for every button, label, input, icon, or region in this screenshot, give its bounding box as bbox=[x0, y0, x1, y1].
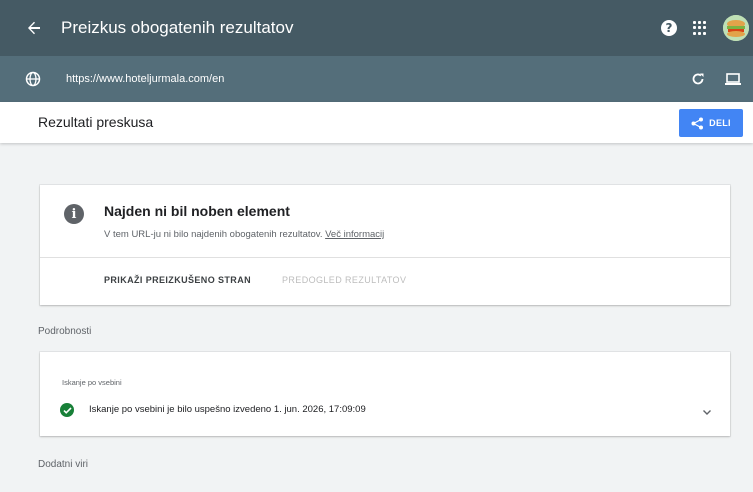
result-description: V tem URL-ju ni bilo najdenih obogatenih… bbox=[104, 229, 385, 240]
refresh-icon[interactable] bbox=[691, 72, 705, 86]
back-arrow-icon[interactable] bbox=[24, 18, 44, 38]
desktop-icon[interactable] bbox=[725, 72, 741, 86]
preview-results-button[interactable]: PREDOGLED REZULTATOV bbox=[282, 275, 406, 285]
divider bbox=[40, 257, 730, 258]
view-tested-page-button[interactable]: PRIKAŽI PREIZKUŠENO STRAN bbox=[104, 275, 251, 285]
app-bar: Preizkus obogatenih rezultatov ? bbox=[0, 0, 753, 56]
help-icon[interactable]: ? bbox=[661, 20, 677, 36]
more-info-link[interactable]: Več informacij bbox=[325, 229, 384, 240]
url-bar: https://www.hoteljurmala.com/en bbox=[0, 56, 753, 102]
check-circle-icon bbox=[60, 403, 74, 417]
details-label: Podrobnosti bbox=[38, 326, 92, 337]
app-title: Preizkus obogatenih rezultatov bbox=[61, 18, 294, 37]
result-card: i Najden ni bil noben element V tem URL-… bbox=[40, 185, 730, 305]
share-icon bbox=[691, 117, 704, 129]
result-title: Najden ni bil noben element bbox=[104, 203, 290, 219]
extra-resources-label: Dodatni viri bbox=[38, 459, 89, 470]
page-title: Rezultati preskusa bbox=[38, 114, 154, 130]
results-toolbar: Rezultati preskusa DELI bbox=[0, 102, 753, 143]
crawl-card[interactable]: Iskanje po vsebini Iskanje po vsebini je… bbox=[40, 352, 730, 436]
info-icon: i bbox=[64, 204, 84, 224]
crawl-status: Iskanje po vsebini je bilo uspešno izved… bbox=[89, 404, 366, 415]
apps-grid-icon[interactable] bbox=[693, 21, 707, 35]
crawl-subtitle: Iskanje po vsebini bbox=[62, 378, 122, 387]
chevron-down-icon[interactable] bbox=[702, 404, 712, 422]
avatar[interactable] bbox=[723, 15, 749, 41]
tested-url: https://www.hoteljurmala.com/en bbox=[66, 73, 225, 85]
share-label: DELI bbox=[709, 118, 731, 128]
globe-icon bbox=[25, 71, 41, 87]
share-button[interactable]: DELI bbox=[679, 109, 743, 137]
